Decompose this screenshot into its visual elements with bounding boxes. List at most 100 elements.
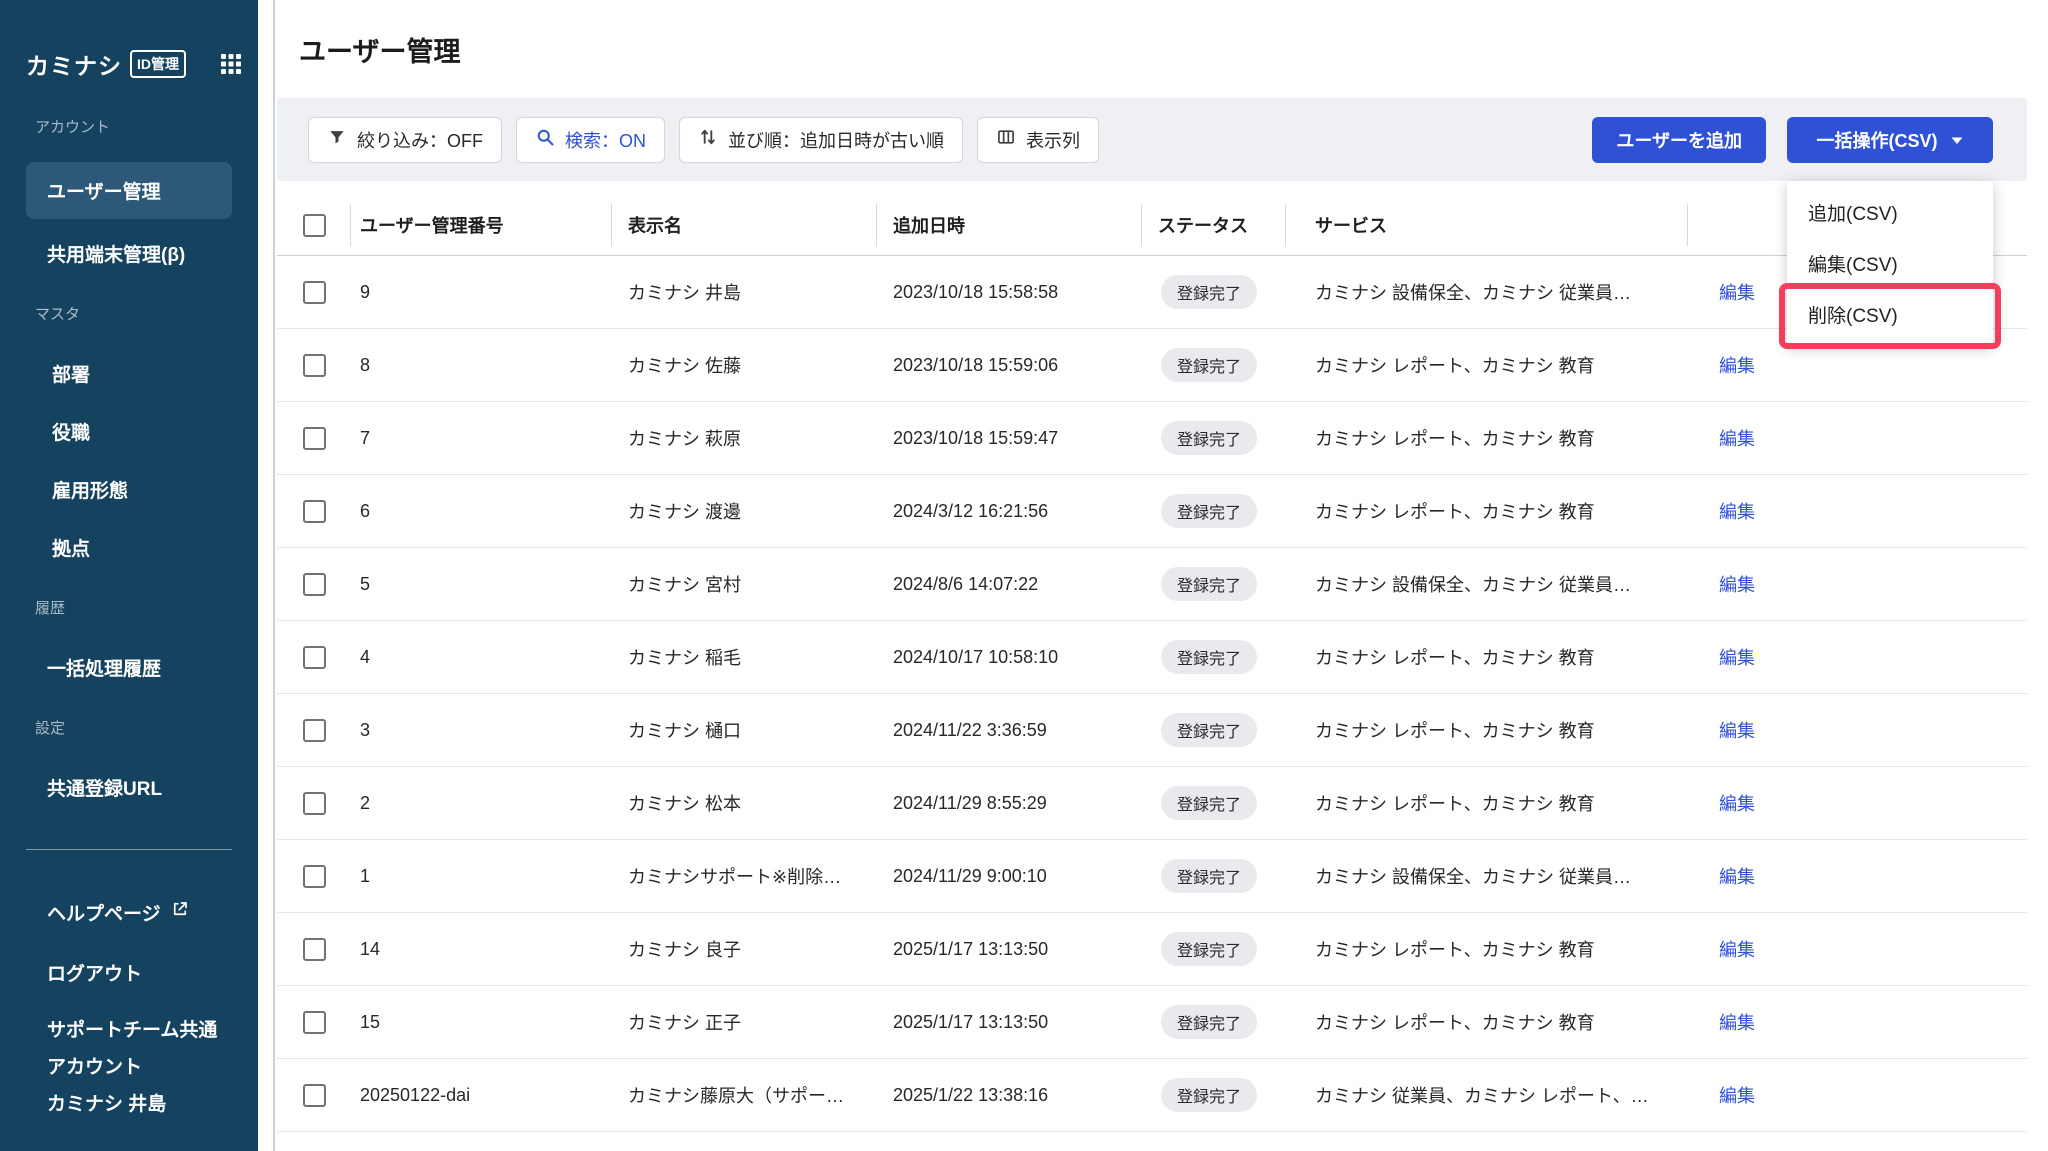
search-button[interactable]: 検索：ON — [516, 117, 665, 163]
row-checkbox[interactable] — [303, 500, 326, 523]
toolbar-right-group: ユーザーを追加 一括操作(CSV) — [1592, 117, 1993, 163]
bulk-csv-menu: 追加(CSV)編集(CSV)削除(CSV) — [1787, 181, 1993, 346]
cell-added-datetime: 2025/1/22 13:38:16 — [876, 1085, 1141, 1106]
row-checkbox-cell — [277, 427, 350, 450]
cell-services: カミナシ 設備保全、カミナシ 従業員… — [1285, 571, 1687, 597]
row-checkbox-cell — [277, 500, 350, 523]
status-badge: 登録完了 — [1161, 348, 1257, 382]
table-body: 9 カミナシ 井島 2023/10/18 15:58:58 登録完了 カミナシ … — [277, 256, 2027, 1132]
table-row: 15 カミナシ 正子 2025/1/17 13:13:50 登録完了 カミナシ … — [277, 986, 2027, 1059]
sidebar-item[interactable]: 共用端末管理(β) — [26, 229, 232, 277]
edit-link[interactable]: 編集 — [1719, 1013, 1755, 1033]
table-row: 14 カミナシ 良子 2025/1/17 13:13:50 登録完了 カミナシ … — [277, 913, 2027, 986]
search-label: 検索：ON — [565, 127, 646, 153]
sidebar-item[interactable]: ユーザー管理 — [26, 162, 232, 219]
row-checkbox[interactable] — [303, 865, 326, 888]
sidebar-logout-link[interactable]: ログアウト — [26, 948, 232, 996]
edit-link[interactable]: 編集 — [1719, 794, 1755, 814]
row-checkbox-cell — [277, 792, 350, 815]
row-checkbox[interactable] — [303, 427, 326, 450]
row-checkbox[interactable] — [303, 792, 326, 815]
sidebar-item[interactable]: 役職 — [26, 407, 232, 455]
edit-link[interactable]: 編集 — [1719, 648, 1755, 668]
cell-status: 登録完了 — [1141, 932, 1285, 966]
sidebar-section: 設定共通登録URL — [0, 717, 258, 811]
cell-added-datetime: 2024/3/12 16:21:56 — [876, 501, 1141, 522]
edit-link[interactable]: 編集 — [1719, 867, 1755, 887]
row-checkbox-cell — [277, 281, 350, 304]
row-checkbox[interactable] — [303, 1011, 326, 1034]
row-checkbox-cell — [277, 938, 350, 961]
cell-services: カミナシ レポート、カミナシ 教育 — [1285, 936, 1687, 962]
edit-link[interactable]: 編集 — [1719, 940, 1755, 960]
row-checkbox[interactable] — [303, 719, 326, 742]
col-header-services: サービス — [1285, 195, 1687, 255]
table-row: 7 カミナシ 萩原 2023/10/18 15:59:47 登録完了 カミナシ … — [277, 402, 2027, 475]
edit-link[interactable]: 編集 — [1719, 502, 1755, 522]
cell-user-id: 20250122-dai — [350, 1085, 611, 1106]
filter-button[interactable]: 絞り込み：OFF — [308, 117, 502, 163]
sidebar-item[interactable]: 拠点 — [26, 523, 232, 571]
cell-display-name: カミナシ 渡邊 — [611, 498, 876, 524]
cell-display-name: カミナシ 樋口 — [611, 717, 876, 743]
sort-button[interactable]: 並び順：追加日時が古い順 — [679, 117, 963, 163]
cell-user-id: 2 — [350, 793, 611, 814]
edit-link[interactable]: 編集 — [1719, 283, 1755, 303]
row-checkbox[interactable] — [303, 573, 326, 596]
cell-user-id: 4 — [350, 647, 611, 668]
edit-link[interactable]: 編集 — [1719, 1086, 1755, 1106]
row-checkbox-cell — [277, 646, 350, 669]
select-all-checkbox[interactable] — [303, 214, 326, 237]
sidebar-nav: アカウントユーザー管理共用端末管理(β)マスタ部署役職雇用形態拠点履歴一括処理履… — [0, 116, 258, 811]
status-badge: 登録完了 — [1161, 932, 1257, 966]
cell-user-id: 9 — [350, 282, 611, 303]
cell-services: カミナシ レポート、カミナシ 教育 — [1285, 498, 1687, 524]
cell-user-id: 14 — [350, 939, 611, 960]
search-icon — [535, 127, 555, 152]
sidebar-section-label: 設定 — [35, 717, 258, 739]
status-badge: 登録完了 — [1161, 640, 1257, 674]
sidebar-item[interactable]: 部署 — [26, 349, 232, 397]
cell-status: 登録完了 — [1141, 1078, 1285, 1112]
row-checkbox[interactable] — [303, 1084, 326, 1107]
cell-display-name: カミナシ 正子 — [611, 1009, 876, 1035]
columns-icon — [996, 127, 1016, 152]
cell-status: 登録完了 — [1141, 567, 1285, 601]
table-row: 1 カミナシサポート※削除… 2024/11/29 9:00:10 登録完了 カ… — [277, 840, 2027, 913]
cell-status: 登録完了 — [1141, 1005, 1285, 1039]
edit-link[interactable]: 編集 — [1719, 356, 1755, 376]
row-checkbox[interactable] — [303, 281, 326, 304]
bulk-menu-item[interactable]: 追加(CSV) — [1787, 187, 1993, 238]
cell-actions: 編集 — [1687, 425, 2027, 451]
cell-services: カミナシ 設備保全、カミナシ 従業員… — [1285, 279, 1687, 305]
cell-actions: 編集 — [1687, 717, 2027, 743]
sidebar-help-link[interactable]: ヘルプページ — [26, 888, 232, 936]
row-checkbox[interactable] — [303, 354, 326, 377]
table-row: 4 カミナシ 稲毛 2024/10/17 10:58:10 登録完了 カミナシ … — [277, 621, 2027, 694]
sidebar-item[interactable]: 雇用形態 — [26, 465, 232, 513]
edit-link[interactable]: 編集 — [1719, 429, 1755, 449]
cell-display-name: カミナシ 松本 — [611, 790, 876, 816]
add-user-button[interactable]: ユーザーを追加 — [1592, 117, 1766, 163]
current-user-name: カミナシ 井島 — [47, 1086, 232, 1123]
cell-user-id: 6 — [350, 501, 611, 522]
cell-added-datetime: 2023/10/18 15:59:06 — [876, 355, 1141, 376]
table-row: 9 カミナシ 井島 2023/10/18 15:58:58 登録完了 カミナシ … — [277, 256, 2027, 329]
bulk-menu-item[interactable]: 削除(CSV) — [1787, 289, 1993, 340]
row-checkbox[interactable] — [303, 646, 326, 669]
bulk-menu-item[interactable]: 編集(CSV) — [1787, 238, 1993, 289]
app-window: カミナシ ID管理 アカウントユーザー管理共用端末管理(β)マスタ部署役職雇用形… — [0, 0, 2048, 1151]
sidebar-section-label: アカウント — [35, 116, 258, 138]
edit-link[interactable]: 編集 — [1719, 721, 1755, 741]
apps-grid-icon[interactable] — [220, 53, 242, 75]
sidebar-item[interactable]: 一括処理履歴 — [26, 643, 232, 691]
cell-user-id: 5 — [350, 574, 611, 595]
sidebar-item[interactable]: 共通登録URL — [26, 763, 232, 811]
row-checkbox[interactable] — [303, 938, 326, 961]
cell-display-name: カミナシ 宮村 — [611, 571, 876, 597]
sidebar-section: アカウントユーザー管理共用端末管理(β) — [0, 116, 258, 277]
columns-button[interactable]: 表示列 — [977, 117, 1099, 163]
edit-link[interactable]: 編集 — [1719, 575, 1755, 595]
bulk-csv-button[interactable]: 一括操作(CSV) — [1787, 117, 1993, 163]
status-badge: 登録完了 — [1161, 859, 1257, 893]
